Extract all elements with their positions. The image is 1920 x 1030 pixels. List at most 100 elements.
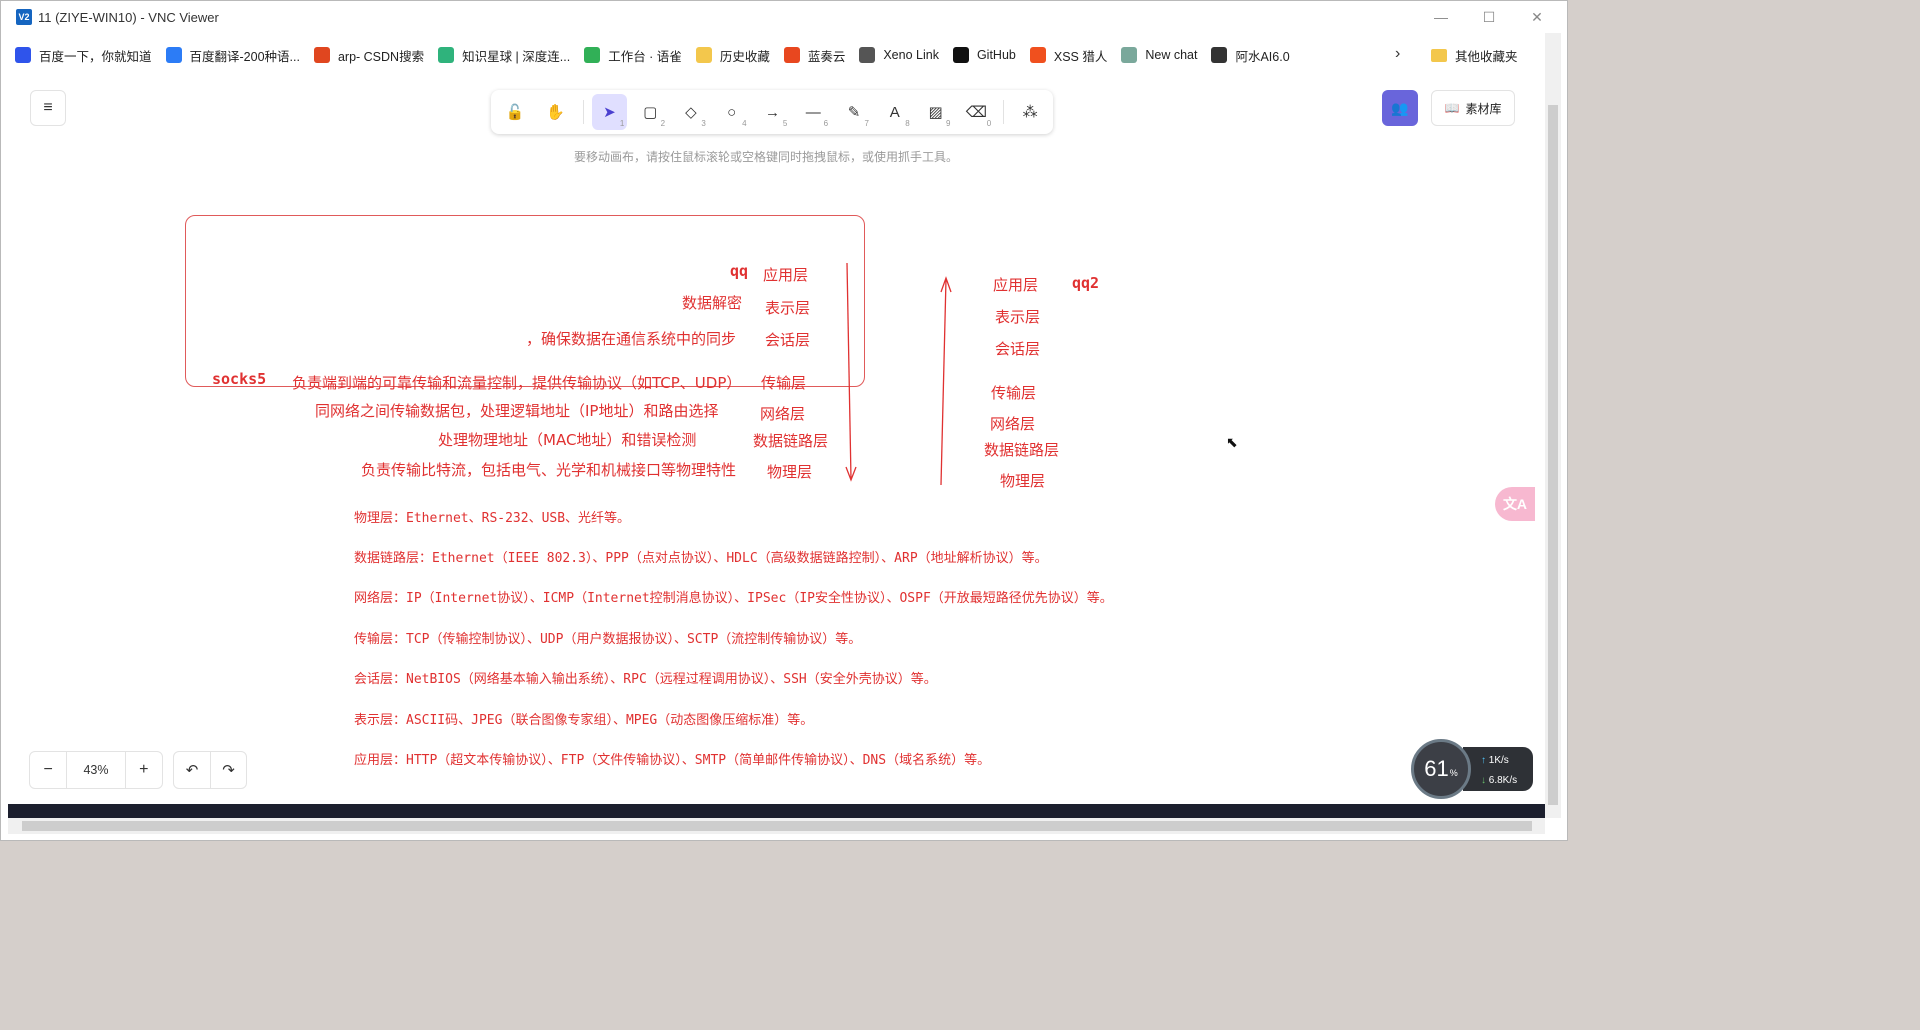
left-layer-application[interactable]: 应用层 (763, 264, 808, 285)
redo-button[interactable]: ↷ (209, 752, 246, 788)
vertical-scroll-thumb[interactable] (1548, 105, 1558, 805)
translate-button[interactable]: 文A (1495, 487, 1535, 521)
tool-shortcut-number: 5 (782, 119, 788, 128)
line-tool[interactable]: —6 (795, 94, 831, 130)
close-icon[interactable]: ✕ (1514, 1, 1560, 33)
mouse-cursor-icon: ⬉ (1226, 434, 1238, 450)
zoom-in-button[interactable]: + (126, 752, 162, 788)
left-app-label[interactable]: qq (730, 262, 748, 280)
bookmark-item[interactable]: 工作台 · 语雀 (584, 46, 682, 65)
right-layer-application[interactable]: 应用层 (993, 274, 1038, 295)
lock-tool[interactable]: 🔓 (497, 94, 533, 130)
zoom-out-button[interactable]: − (30, 752, 66, 788)
desc-presentation[interactable]: 数据解密 (682, 292, 742, 313)
text-tool[interactable]: A8 (877, 94, 913, 130)
right-layer-transport[interactable]: 传输层 (991, 382, 1036, 403)
bookmark-item[interactable]: 百度一下，你就知道 (15, 46, 152, 65)
bookmark-item[interactable]: 历史收藏 (695, 46, 770, 65)
bookmark-item[interactable]: arp- CSDN搜索 (313, 46, 424, 65)
extra-tools-icon: ⁂ (1022, 104, 1038, 121)
undo-button[interactable]: ↶ (174, 752, 210, 788)
remote-taskbar-strip (8, 804, 1545, 818)
desc-datalink[interactable]: 处理物理地址（MAC地址）和错误检测 (438, 429, 696, 450)
network-monitor[interactable]: ↑ 1K/s ↓ 6.8K/s 61% (1411, 739, 1533, 799)
note-session[interactable]: 会话层：NetBIOS（网络基本输入输出系统）、RPC（远程过程调用协议）、SS… (354, 668, 937, 687)
bookmark-item[interactable]: XSS 猎人 (1029, 46, 1108, 65)
hamburger-icon: ≡ (43, 99, 53, 116)
zoom-reset-button[interactable]: 43% (66, 752, 126, 788)
bookmark-label: 蓝奏云 (807, 49, 846, 64)
hand-tool[interactable]: ✋ (538, 94, 574, 130)
right-layer-network[interactable]: 网络层 (990, 413, 1035, 434)
horizontal-scrollbar[interactable] (8, 818, 1545, 834)
tool-shortcut-number: 7 (864, 119, 869, 128)
left-layer-datalink[interactable]: 数据链路层 (753, 430, 828, 451)
upload-speed: ↑ 1K/s (1481, 751, 1529, 771)
diamond-tool[interactable]: ◇ 3 (673, 94, 709, 130)
title-bar: V2 11 (ZIYE-WIN10) - VNC Viewer — ☐ ✕ (1, 1, 1567, 33)
desc-transport[interactable]: 负责端到端的可靠传输和流量控制，提供传输协议（如TCP、UDP） (292, 372, 741, 393)
right-layer-session[interactable]: 会话层 (995, 338, 1040, 359)
bookmark-label: 百度一下，你就知道 (39, 49, 152, 64)
bookmark-item[interactable]: 蓝奏云 (783, 46, 846, 65)
note-physical[interactable]: 物理层：Ethernet、RS-232、USB、光纤等。 (354, 507, 630, 526)
desc-session[interactable]: ，确保数据在通信系统中的同步 (526, 328, 736, 349)
bookmark-label: 阿水AI6.0 (1235, 49, 1290, 64)
library-button[interactable]: 📖 素材库 (1431, 90, 1515, 126)
users-icon: 👥 (1391, 99, 1409, 116)
note-network[interactable]: 网络层：IP（Internet协议）、ICMP（Internet控制消息协议）、… (354, 587, 1113, 606)
text-tool-icon: A (889, 103, 900, 121)
left-layer-physical[interactable]: 物理层 (767, 461, 812, 482)
note-application[interactable]: 应用层：HTTP（超文本传输协议）、FTP（文件传输协议）、SMTP（简单邮件传… (354, 749, 990, 768)
horizontal-scroll-thumb[interactable] (22, 821, 1532, 831)
eraser-tool[interactable]: ⌫ 0 (958, 94, 994, 130)
bookmark-item[interactable]: Xeno Link (859, 47, 939, 63)
bookmark-item[interactable]: 阿水AI6.0 (1211, 46, 1290, 65)
draw-tool[interactable]: ✎ 7 (836, 94, 872, 130)
chevron-right-icon[interactable]: › (1395, 45, 1400, 63)
minimize-icon[interactable]: — (1418, 1, 1464, 33)
vertical-scrollbar[interactable] (1545, 33, 1561, 818)
selection-tool-icon: ➤ (603, 104, 616, 121)
yuque-icon (584, 47, 601, 63)
toolbar-divider (582, 100, 584, 124)
note-presentation[interactable]: 表示层：ASCII码、JPEG（联合图像专家组）、MPEG（动态图像压缩标准）等… (354, 709, 813, 728)
arrow-tool[interactable]: → 5 (755, 94, 791, 130)
desc-network[interactable]: 同网络之间传输数据包，处理逻辑地址（IP地址）和路由选择 (315, 400, 718, 421)
note-datalink[interactable]: 数据链路层：Ethernet（IEEE 802.3）、PPP（点对点协议）、HD… (354, 547, 1048, 566)
left-layer-network[interactable]: 网络层 (760, 403, 805, 424)
left-layer-session[interactable]: 会话层 (765, 329, 810, 350)
image-tool[interactable]: ▨ 9 (918, 94, 954, 130)
bookmark-item[interactable]: New chat (1121, 47, 1197, 63)
eraser-tool-icon: ⌫ (965, 104, 987, 121)
right-layer-presentation[interactable]: 表示层 (995, 306, 1040, 327)
socks-label[interactable]: socks5 (212, 370, 266, 388)
left-layer-presentation[interactable]: 表示层 (765, 297, 810, 318)
note-transport[interactable]: 传输层：TCP（传输控制协议）、UDP（用户数据报协议）、SCTP（流控制传输协… (354, 628, 861, 647)
bookmark-item[interactable]: 百度翻译-200种语... (165, 46, 300, 65)
history-controls: ↶ ↷ (173, 751, 247, 789)
bookmark-label: XSS 猎人 (1053, 49, 1108, 64)
bookmark-label: 百度翻译-200种语... (189, 49, 300, 64)
rectangle-shape[interactable] (185, 215, 865, 387)
folder-icon (695, 47, 712, 63)
tool-shortcut-number: 0 (986, 119, 992, 128)
desc-physical[interactable]: 负责传输比特流，包括电气、光学和机械接口等物理特性 (361, 459, 736, 480)
right-layer-physical[interactable]: 物理层 (1000, 470, 1045, 491)
file-icon (859, 47, 876, 63)
tool-shortcut-number: 3 (701, 119, 706, 128)
extra-tools[interactable]: ⁂ (1012, 94, 1048, 130)
left-layer-transport[interactable]: 传输层 (761, 372, 806, 393)
maximize-icon[interactable]: ☐ (1466, 1, 1512, 33)
collaborate-button[interactable]: 👥 (1382, 90, 1418, 126)
main-menu-button[interactable]: ≡ (30, 90, 66, 126)
right-app-label[interactable]: qq2 (1072, 274, 1099, 292)
chat-icon (1211, 47, 1228, 63)
bookmark-item[interactable]: GitHub (952, 47, 1016, 63)
bookmark-item[interactable]: 知识星球 | 深度连... (438, 46, 570, 65)
bookmark-other-folder[interactable]: 其他收藏夹 (1431, 46, 1518, 65)
rectangle-tool[interactable]: ▢ 2 (632, 94, 668, 130)
selection-tool[interactable]: ➤ 1 (591, 94, 628, 130)
right-layer-datalink[interactable]: 数据链路层 (984, 439, 1059, 460)
ellipse-tool[interactable]: ○ 4 (714, 94, 750, 130)
